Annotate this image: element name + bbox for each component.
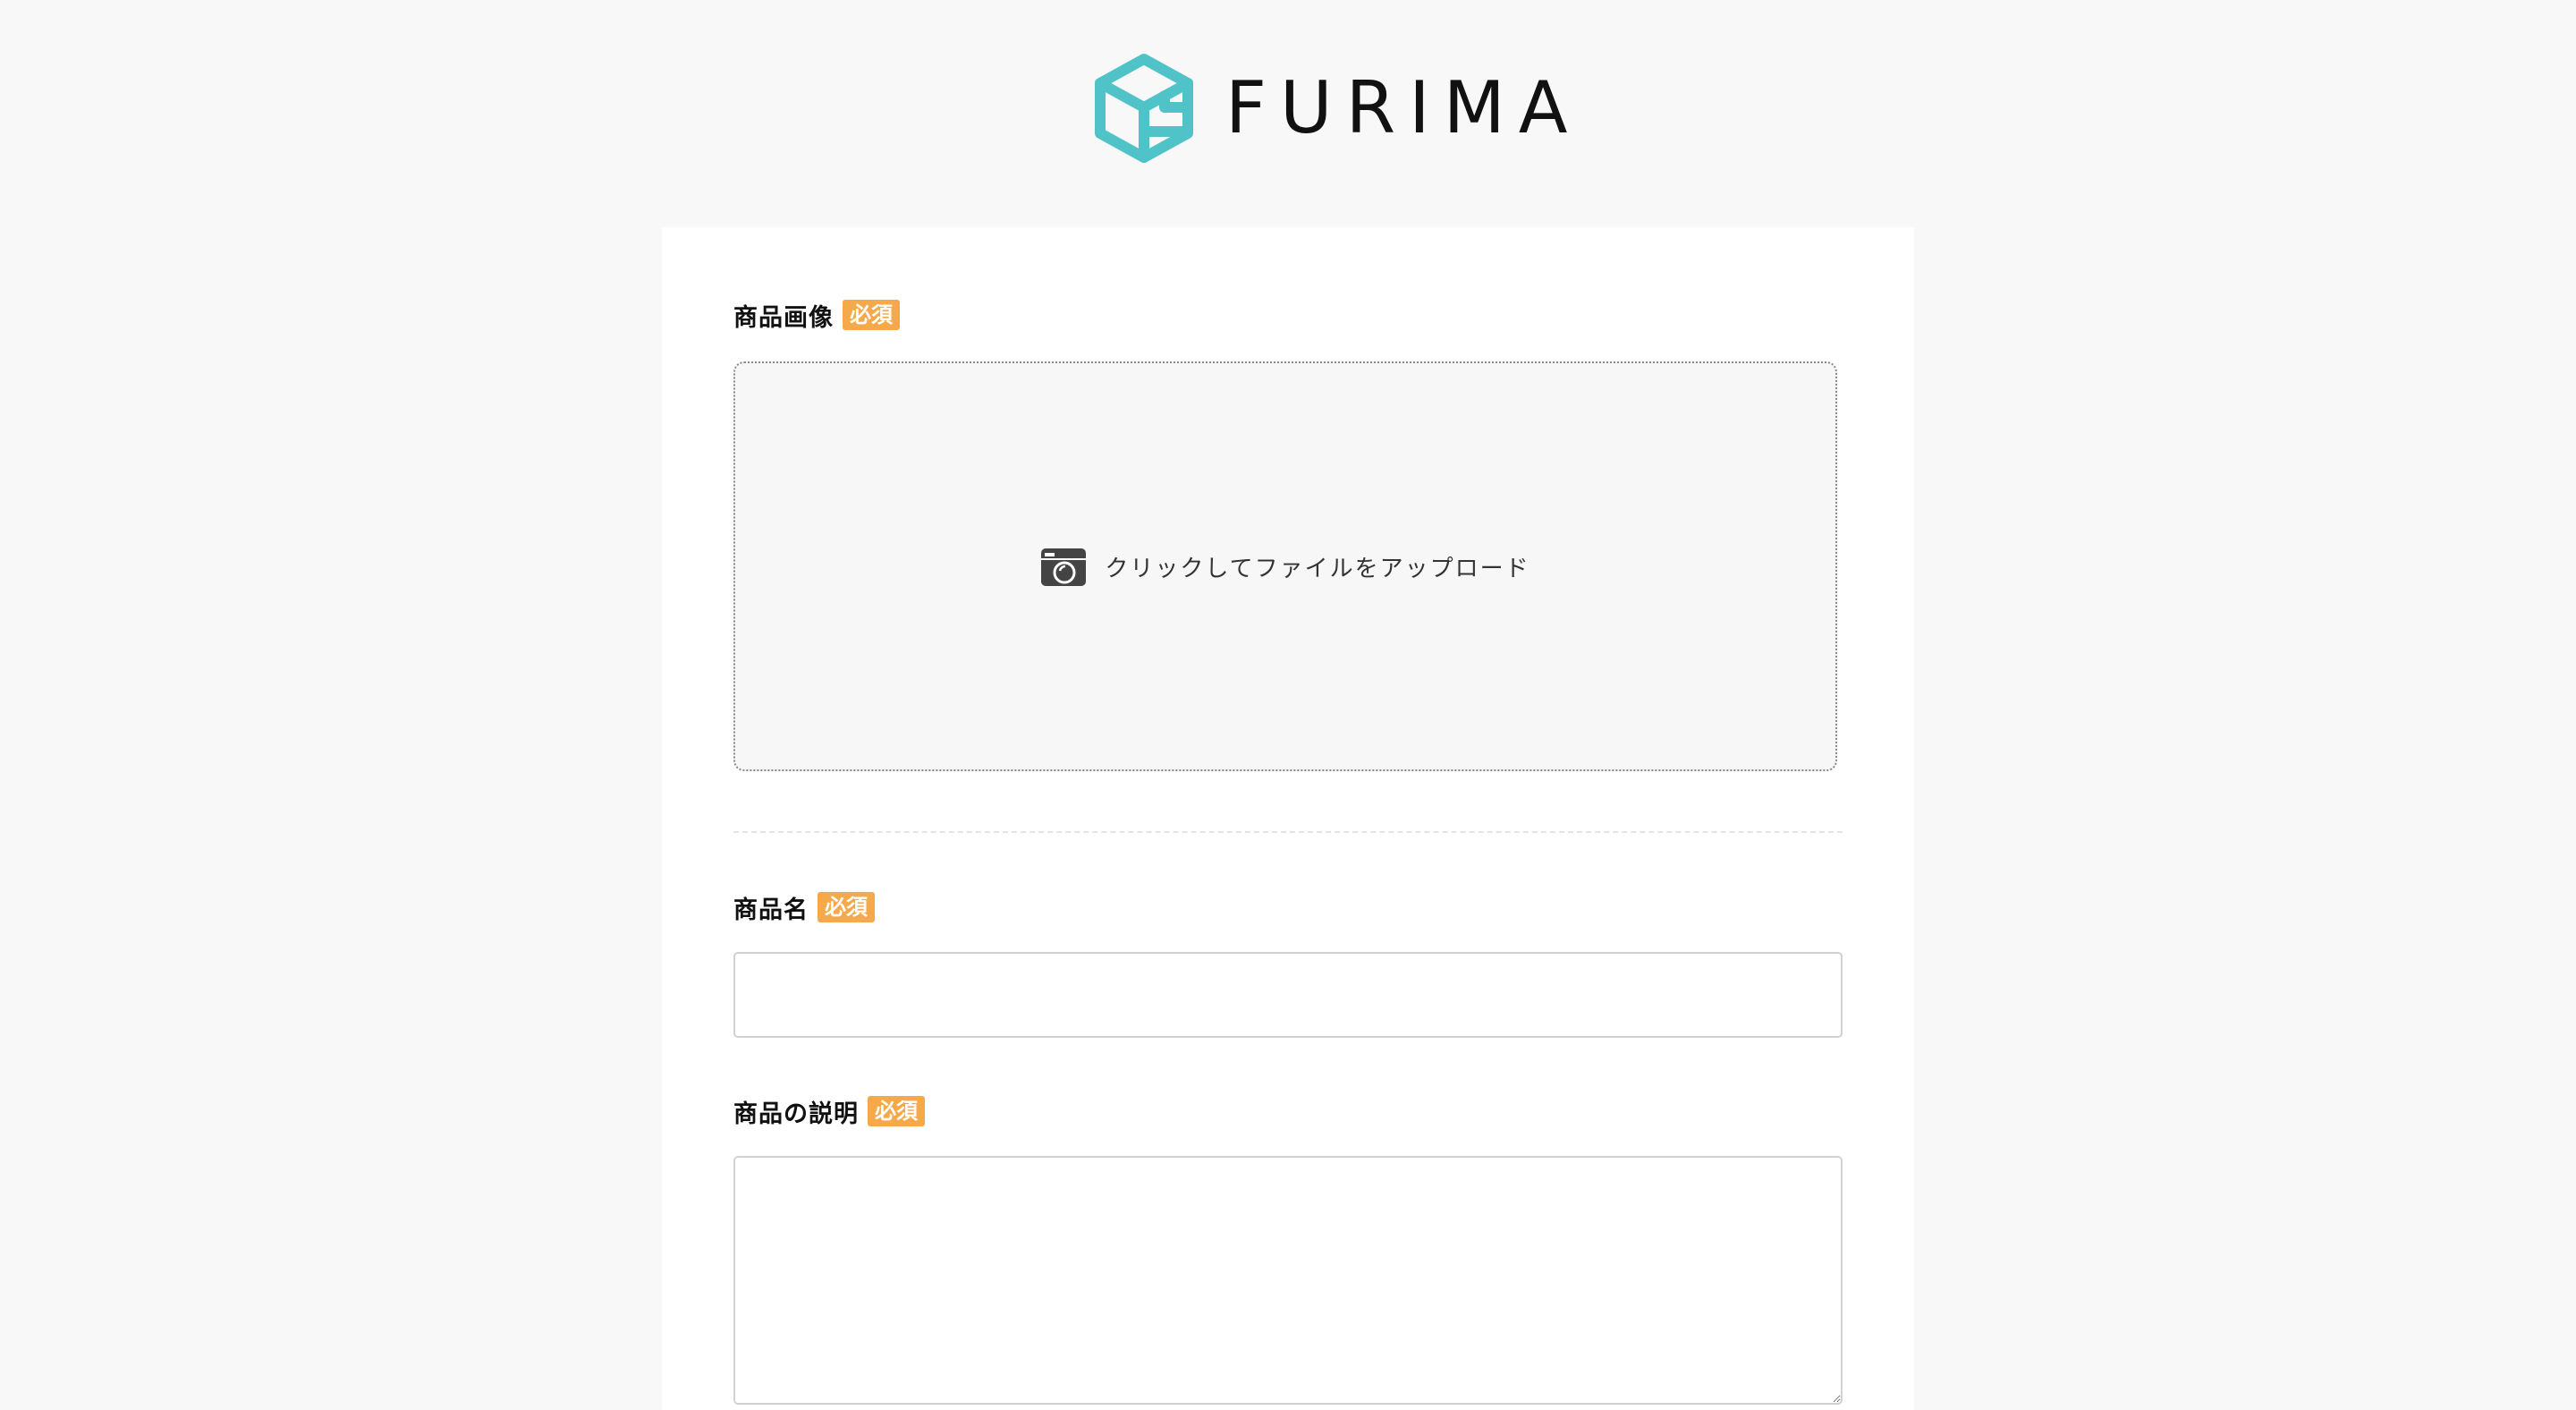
- required-badge: 必須: [843, 300, 900, 330]
- item-description-textarea[interactable]: [733, 1156, 1843, 1405]
- furima-logo[interactable]: FURIMA: [1093, 52, 1581, 165]
- camera-icon: [1041, 548, 1087, 586]
- image-field-label: 商品画像 必須: [733, 297, 900, 333]
- name-field-label: 商品名 必須: [733, 889, 875, 925]
- item-listing-form: 商品画像 必須 クリックしてファイルをアップロード 商品名 必須 商品の説明 必…: [662, 227, 1914, 1410]
- description-label-text: 商品の説明: [733, 1100, 859, 1128]
- upload-prompt: クリックしてファイルをアップロード: [1040, 546, 1530, 587]
- description-field-label: 商品の説明 必須: [733, 1093, 925, 1129]
- item-name-input[interactable]: [733, 952, 1843, 1038]
- logo-text: FURIMA: [1225, 66, 1581, 149]
- box-logo-icon: [1095, 54, 1193, 163]
- image-upload-area[interactable]: クリックしてファイルをアップロード: [733, 361, 1837, 771]
- page-header: FURIMA: [0, 0, 2576, 227]
- required-badge: 必須: [868, 1096, 925, 1126]
- required-badge: 必須: [818, 892, 875, 922]
- upload-text: クリックしてファイルをアップロード: [1105, 555, 1530, 582]
- name-label-text: 商品名: [733, 896, 809, 924]
- section-divider: [733, 831, 1843, 833]
- image-label-text: 商品画像: [733, 303, 834, 332]
